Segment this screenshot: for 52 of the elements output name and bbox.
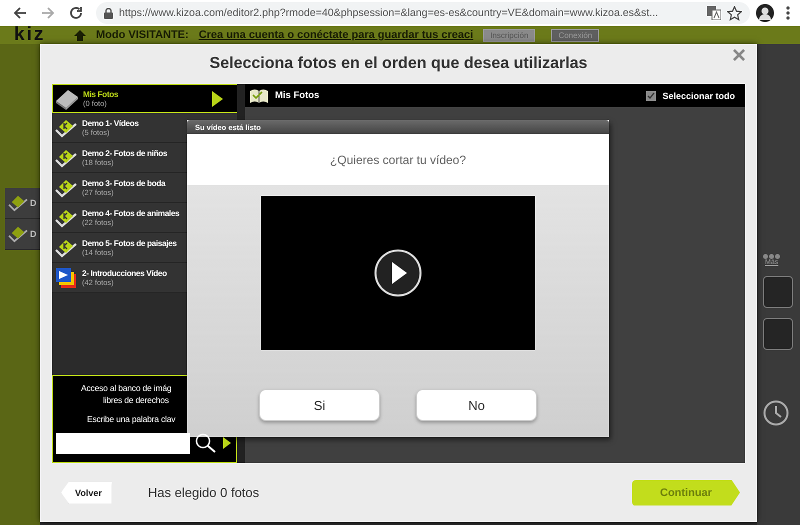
album-title: Demo 2- Fotos de niños (82, 148, 168, 158)
back-button[interactable]: Volver (61, 482, 112, 504)
arrow-icon (212, 91, 223, 107)
video-album-icon (56, 268, 76, 288)
keyword-prompt: Escribe una palabra clav (87, 413, 176, 425)
select-all-checkbox[interactable] (646, 90, 656, 100)
album-title: Demo 5- Fotos de paisajes (82, 238, 177, 248)
search-icon[interactable] (195, 433, 217, 453)
notice-link[interactable]: Crea una cuenta o conéctate para guardar tus creaci (198, 29, 474, 41)
menu-icon[interactable] (786, 6, 790, 20)
album-icon (55, 208, 77, 228)
logo: kiz (14, 26, 46, 44)
select-all-label: Seleccionar todo (662, 90, 735, 100)
bank-text: libres de derechos (103, 394, 169, 406)
panel-title: Mis Fotos (275, 90, 320, 101)
album-title: Demo 3- Fotos de boda (82, 178, 166, 188)
album-title: D (30, 198, 36, 208)
lock-icon (104, 8, 113, 18)
keyword-field[interactable] (56, 433, 190, 454)
book-icon (249, 88, 269, 104)
album-icon (8, 225, 28, 243)
answer-button[interactable]: No (416, 389, 537, 421)
album-icon (55, 238, 77, 258)
selection-status: Has elegido 0 fotos (148, 485, 260, 500)
album-icon (55, 118, 77, 138)
album-title: 2- Introducciones Vídeo (82, 268, 167, 278)
album-title: Demo 4- Fotos de animales (82, 208, 180, 218)
answer-button[interactable]: Si (259, 389, 380, 421)
album-title: D (30, 229, 36, 239)
notice-label: Modo VISITANTE: (96, 29, 189, 41)
album-title: Demo 1- Vídeos (82, 118, 139, 128)
reload-icon[interactable] (69, 6, 83, 20)
url-text: https://www.kizoa.com/editor2.php?rmode=40&phpsession=&lang=es-es&country=VE&domain=www.kizoa.es&st... (119, 7, 660, 19)
translate-icon[interactable] (707, 6, 721, 20)
play-icon[interactable] (374, 249, 422, 297)
dialog-question: ¿Quieres cortar tu vídeo? (330, 152, 466, 166)
album-icon (55, 148, 77, 168)
clock-icon[interactable] (763, 400, 789, 426)
avatar-icon[interactable] (756, 4, 774, 22)
arrow-icon[interactable] (223, 437, 231, 449)
bank-text: Acceso al banco de imág (81, 382, 172, 394)
address-bar[interactable]: https://www.kizoa.com/editor2.php?rmode=40&phpsession=&lang=es-es&country=VE&domain=www.kizoa.es&st... (96, 2, 750, 24)
tool-button[interactable] (763, 318, 793, 350)
star-icon[interactable] (727, 6, 742, 20)
album-icon (55, 178, 77, 198)
back-icon[interactable] (13, 6, 27, 20)
album-icon (8, 194, 28, 212)
dialog-title: Selecciona fotos en el orden que desea utilizarlas (210, 55, 588, 73)
album-title: Mis Fotos (83, 90, 118, 98)
tool-button[interactable] (763, 276, 793, 308)
more-icon[interactable] (763, 254, 780, 259)
home-icon[interactable] (74, 30, 86, 40)
